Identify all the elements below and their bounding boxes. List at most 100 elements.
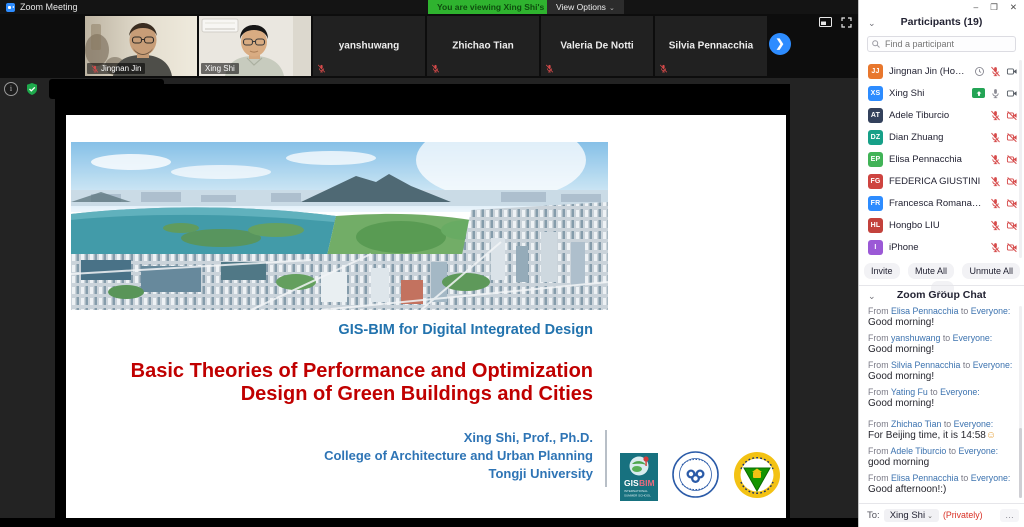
camera-icon[interactable] [1006, 154, 1018, 165]
tile-name-label: Xing Shi [201, 63, 239, 74]
video-tile-valeria-de-notti[interactable]: Valeria De Notti [541, 16, 653, 76]
camera-icon[interactable] [1006, 176, 1018, 187]
tongji-university-seal [672, 451, 719, 498]
chevron-down-icon: ⌄ [927, 513, 933, 520]
to-word: to [949, 446, 956, 456]
participant-search[interactable] [867, 36, 1016, 52]
mic-icon[interactable] [990, 198, 1001, 209]
main-area: Jingnan Jin [0, 14, 858, 527]
avatar: I [868, 240, 883, 255]
mic-icon[interactable] [990, 154, 1001, 165]
chat-message: From yanshuwang to Everyone: Good mornin… [868, 333, 1016, 356]
privately-label: (Privately) [943, 510, 983, 520]
from-word: From [868, 419, 889, 429]
participant-row[interactable]: FG FEDERICA GIUSTINI [859, 170, 1024, 192]
minimize-button[interactable]: – [974, 1, 979, 13]
sender-name: Yating Fu [891, 387, 928, 397]
meeting-info-icon[interactable]: i [4, 82, 18, 96]
window-controls: – ❐ ✕ [974, 1, 1017, 13]
message-text: For Beijing time, it is 14:58☺ [868, 430, 1016, 442]
participants-action-button[interactable]: Unmute All [962, 263, 1020, 279]
participant-name: Adele Tiburcio [889, 110, 984, 121]
camera-icon[interactable] [1006, 198, 1018, 209]
video-tile-yanshuwang[interactable]: yanshuwang [313, 16, 425, 76]
camera-icon[interactable] [1006, 242, 1018, 253]
from-word: From [868, 446, 889, 456]
search-icon [872, 40, 880, 48]
slide-author-block: Xing Shi, Prof., Ph.D. College of Archit… [324, 429, 593, 483]
mic-icon[interactable] [990, 176, 1001, 187]
recipient-name: Everyone: [971, 473, 1011, 483]
gallery-view-icon[interactable] [819, 17, 832, 27]
encryption-shield-icon[interactable] [25, 82, 39, 96]
chat-footer: To: Xing Shi⌄ (Privately) … [867, 506, 1019, 524]
video-tile-silvia-pennacchia[interactable]: Silvia Pennacchia [655, 16, 767, 76]
participant-row[interactable]: HL Hongbo LIU [859, 214, 1024, 236]
sender-name: Silvia Pennacchia [891, 360, 960, 370]
chat-message: From Elisa Pennacchia to Everyone: Good … [868, 306, 1016, 329]
chevron-down-icon: ⌄ [609, 5, 615, 12]
smiley-emoji: ☺ [986, 430, 996, 441]
sender-name: Zhichao Tian [891, 419, 941, 429]
aerial-city-photo [71, 142, 608, 310]
sender-name: Elisa Pennacchia [891, 473, 958, 483]
clock-icon [974, 66, 985, 77]
mic-off-icon [431, 64, 440, 73]
camera-icon[interactable] [1006, 132, 1018, 143]
camera-icon[interactable] [1006, 110, 1018, 121]
participant-row[interactable]: XS Xing Shi [859, 82, 1024, 104]
slide-title: Basic Theories of Performance and Optimi… [131, 360, 593, 405]
participants-scrollbar[interactable] [1019, 60, 1022, 258]
from-word: From [868, 306, 889, 316]
fullscreen-icon[interactable] [841, 17, 852, 28]
camera-icon[interactable] [1006, 88, 1018, 99]
participants-action-button[interactable]: Mute All [908, 263, 954, 279]
mic-icon[interactable] [990, 132, 1001, 143]
participant-row[interactable]: FR Francesca Romana Curreli [859, 192, 1024, 214]
mic-icon[interactable] [990, 66, 1001, 77]
maximize-button[interactable]: ❐ [990, 1, 998, 13]
search-input[interactable] [883, 38, 1011, 50]
participant-row[interactable]: DZ Dian Zhuang [859, 126, 1024, 148]
message-text: Good morning! [868, 344, 1016, 356]
to-word: to [961, 306, 968, 316]
view-options-button[interactable]: View Options⌄ [547, 0, 624, 14]
close-button[interactable]: ✕ [1010, 1, 1017, 13]
video-tile-jingnan-jin[interactable]: Jingnan Jin [85, 16, 197, 76]
participant-name: Francesca Romana Curreli [889, 198, 984, 209]
to-label: To: [867, 510, 880, 521]
participant-row[interactable]: JJ Jingnan Jin (Host, me) [859, 60, 1024, 82]
recipient-select[interactable]: Xing Shi⌄ [884, 509, 939, 522]
from-word: From [868, 360, 889, 370]
mic-icon[interactable] [990, 110, 1001, 121]
from-word: From [868, 333, 889, 343]
to-word: to [944, 419, 951, 429]
chat-message: From Elisa Pennacchia to Everyone: Good … [868, 473, 1016, 496]
avatar: FR [868, 196, 883, 211]
participant-row[interactable]: AT Adele Tiburcio [859, 104, 1024, 126]
camera-icon[interactable] [1006, 220, 1018, 231]
message-text: Good morning! [868, 317, 1016, 329]
zoom-app-icon [6, 3, 15, 12]
chat-more-button[interactable]: … [1000, 509, 1019, 522]
mic-icon[interactable] [990, 88, 1001, 99]
chat-header: Zoom Group Chat [859, 289, 1024, 301]
camera-icon[interactable] [1006, 66, 1018, 77]
participant-row[interactable]: EP Elisa Pennacchia [859, 148, 1024, 170]
video-tile-zhichao-tian[interactable]: Zhichao Tian [427, 16, 539, 76]
chat-scrollbar[interactable] [1019, 306, 1022, 498]
recipient-name: Everyone: [953, 333, 993, 343]
svg-text:INTERNATIONAL: INTERNATIONAL [624, 489, 648, 493]
mic-icon[interactable] [990, 242, 1001, 253]
bottom-black-bar [0, 518, 858, 527]
participant-row[interactable]: I iPhone [859, 236, 1024, 258]
section-divider [859, 285, 1024, 286]
mic-off-icon [91, 65, 99, 73]
zoom-meeting-window: Zoom Meeting You are viewing Xing Shi's … [0, 0, 1024, 527]
participants-action-button[interactable]: Invite [864, 263, 900, 279]
video-tile-xing-shi[interactable]: Xing Shi [199, 16, 311, 76]
next-participants-arrow[interactable]: ❯ [769, 33, 791, 55]
mic-icon[interactable] [990, 220, 1001, 231]
chat-message: From Silvia Pennacchia to Everyone: Good… [868, 360, 1016, 383]
avatar: HL [868, 218, 883, 233]
